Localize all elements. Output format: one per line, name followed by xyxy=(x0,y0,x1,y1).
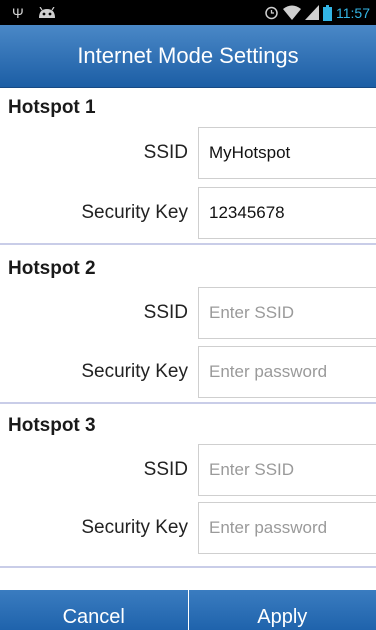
hotspot-2-key-input[interactable] xyxy=(198,346,376,398)
page-title: Internet Mode Settings xyxy=(77,43,299,68)
hotspot-1-ssid-label: SSID xyxy=(143,142,188,163)
title-bar: Internet Mode Settings xyxy=(0,25,376,88)
hotspot-2-ssid-input[interactable] xyxy=(198,287,376,339)
battery-icon xyxy=(323,4,332,21)
hotspot-3-key-input[interactable] xyxy=(198,502,376,554)
hotspot-3-key-label: Security Key xyxy=(81,517,188,538)
hotspot-1-heading: Hotspot 1 xyxy=(8,97,96,118)
hotspot-1-key-input[interactable] xyxy=(198,187,376,239)
status-time: 11:57 xyxy=(336,4,370,21)
button-bar: Cancel Apply xyxy=(0,590,376,630)
cancel-button[interactable]: Cancel xyxy=(0,590,188,630)
android-icon xyxy=(38,6,55,18)
status-bar: Ψ 11:57 xyxy=(0,0,376,25)
wifi-icon xyxy=(283,5,301,20)
hotspot-2-heading: Hotspot 2 xyxy=(8,258,96,279)
hotspot-3-ssid-input[interactable] xyxy=(198,444,376,496)
usb-icon: Ψ xyxy=(12,4,24,21)
hotspot-2-ssid-label: SSID xyxy=(143,302,188,323)
section-divider xyxy=(0,566,376,568)
hotspot-1-key-label: Security Key xyxy=(81,202,188,223)
hotspot-1-ssid-input[interactable] xyxy=(198,127,376,179)
apply-button[interactable]: Apply xyxy=(188,590,376,630)
signal-icon xyxy=(305,5,319,20)
section-divider xyxy=(0,243,376,245)
hotspot-2-key-label: Security Key xyxy=(81,361,188,382)
hotspot-3-heading: Hotspot 3 xyxy=(8,415,96,436)
hotspot-3-ssid-label: SSID xyxy=(143,459,188,480)
section-divider xyxy=(0,402,376,404)
alarm-icon xyxy=(265,6,278,20)
